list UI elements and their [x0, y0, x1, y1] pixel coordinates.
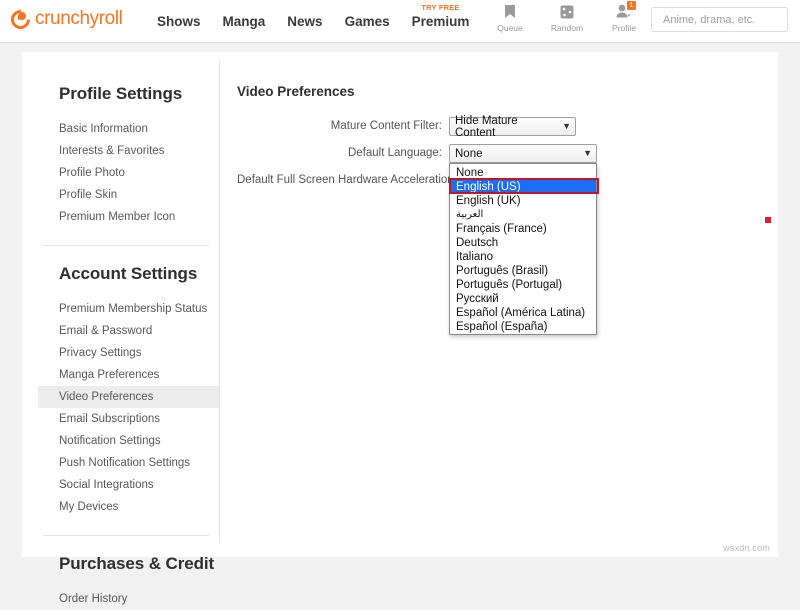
nav-link-manga[interactable]: Manga — [223, 14, 266, 29]
sidebar-item-order-history[interactable]: Order History — [38, 588, 219, 610]
default-language-value: None — [455, 148, 483, 160]
primary-nav: Shows Manga News Games TRY FREE Premium — [157, 0, 469, 43]
sidebar-item-email-password[interactable]: Email & Password — [38, 320, 219, 342]
nav-label-games: Games — [345, 14, 390, 29]
nav-link-premium[interactable]: TRY FREE Premium — [412, 14, 470, 29]
dropdown-option-english-us[interactable]: English (US) — [450, 179, 596, 193]
nav-link-shows[interactable]: Shows — [157, 14, 201, 29]
search-input[interactable] — [661, 13, 800, 27]
queue-label: Queue — [497, 23, 523, 33]
crunchyroll-mark-icon — [7, 6, 34, 33]
default-language-select-wrap: None ▼ None English (US) English (UK) ال… — [449, 144, 597, 163]
sidebar-group-title-profile-settings: Profile Settings — [59, 84, 219, 104]
sidebar-item-basic-information[interactable]: Basic Information — [38, 118, 219, 140]
header-actions: Queue Random 1 Prof — [492, 3, 642, 33]
mature-content-filter-label: Mature Content Filter: — [237, 117, 449, 132]
dropdown-option-portugues-portugal[interactable]: Português (Portugal) — [450, 277, 596, 291]
crunchyroll-logo[interactable]: crunchyroll — [11, 8, 122, 30]
red-cursor-marker — [765, 217, 771, 223]
nav-link-games[interactable]: Games — [345, 14, 390, 29]
default-language-dropdown-list[interactable]: None English (US) English (UK) العربية F… — [449, 163, 597, 335]
sidebar-item-profile-photo[interactable]: Profile Photo — [38, 162, 219, 184]
sidebar-item-video-preferences[interactable]: Video Preferences — [38, 386, 219, 408]
watermark: wsxdn.com — [723, 543, 770, 553]
chevron-down-icon: ▼ — [575, 149, 592, 158]
nav-label-shows: Shows — [157, 14, 201, 29]
dropdown-option-russian[interactable]: Русский — [450, 291, 596, 305]
profile-notification-badge: 1 — [627, 1, 636, 10]
settings-sidebar: Profile Settings Basic Information Inter… — [38, 52, 219, 610]
fullscreen-hardware-acceleration-label: Default Full Screen Hardware Acceleratio… — [237, 171, 449, 186]
sidebar-item-my-devices[interactable]: My Devices — [38, 496, 219, 518]
bookmark-icon — [504, 3, 516, 20]
sidebar-group-title-purchases-credit: Purchases & Credit — [59, 554, 219, 574]
default-language-select[interactable]: None ▼ — [449, 144, 597, 163]
dropdown-option-arabic[interactable]: العربية — [450, 207, 596, 221]
sidebar-item-privacy-settings[interactable]: Privacy Settings — [38, 342, 219, 364]
page-title: Video Preferences — [237, 84, 767, 99]
site-header: crunchyroll Shows Manga News Games TRY F… — [0, 0, 800, 43]
settings-page-card: Profile Settings Basic Information Inter… — [22, 52, 778, 557]
sidebar-item-premium-membership-status[interactable]: Premium Membership Status — [38, 298, 219, 320]
search-box[interactable] — [651, 7, 788, 32]
sidebar-item-notification-settings[interactable]: Notification Settings — [38, 430, 219, 452]
video-preferences-pane: Video Preferences Mature Content Filter:… — [237, 84, 767, 194]
random-label: Random — [551, 23, 583, 33]
sidebar-item-premium-member-icon[interactable]: Premium Member Icon — [38, 206, 219, 228]
sidebar-item-interests-favorites[interactable]: Interests & Favorites — [38, 140, 219, 162]
dropdown-option-italiano[interactable]: Italiano — [450, 249, 596, 263]
sidebar-divider-2 — [43, 535, 209, 536]
mature-content-filter-row: Mature Content Filter: Hide Mature Conte… — [237, 117, 767, 136]
sidebar-item-social-integrations[interactable]: Social Integrations — [38, 474, 219, 496]
sidebar-content-divider — [219, 60, 220, 543]
sidebar-item-profile-skin[interactable]: Profile Skin — [38, 184, 219, 206]
dropdown-option-francais-france[interactable]: Français (France) — [450, 221, 596, 235]
dropdown-option-deutsch[interactable]: Deutsch — [450, 235, 596, 249]
crunchyroll-logo-text: crunchyroll — [35, 8, 122, 30]
sidebar-item-email-subscriptions[interactable]: Email Subscriptions — [38, 408, 219, 430]
sidebar-group-title-account-settings: Account Settings — [59, 264, 219, 284]
profile-label: Profile — [612, 23, 636, 33]
dropdown-option-portugues-brasil[interactable]: Português (Brasil) — [450, 263, 596, 277]
chevron-down-icon: ▼ — [554, 122, 571, 131]
default-language-row: Default Language: None ▼ None English (U… — [237, 144, 767, 163]
dropdown-option-espanol-america-latina[interactable]: Español (América Latina) — [450, 305, 596, 319]
nav-label-manga: Manga — [223, 14, 266, 29]
dice-icon — [560, 3, 574, 20]
random-action[interactable]: Random — [549, 3, 585, 33]
mature-content-filter-value: Hide Mature Content — [455, 115, 554, 139]
dropdown-option-english-uk[interactable]: English (UK) — [450, 193, 596, 207]
sidebar-divider-1 — [43, 245, 209, 246]
sidebar-item-manga-preferences[interactable]: Manga Preferences — [38, 364, 219, 386]
try-free-badge: TRY FREE — [421, 3, 459, 12]
dropdown-option-espanol-espana[interactable]: Español (España) — [450, 319, 596, 333]
mature-content-filter-select[interactable]: Hide Mature Content ▼ — [449, 117, 576, 136]
dropdown-option-none[interactable]: None — [450, 165, 596, 179]
nav-link-news[interactable]: News — [287, 14, 322, 29]
profile-action[interactable]: 1 Profile — [606, 3, 642, 33]
queue-action[interactable]: Queue — [492, 3, 528, 33]
default-language-label: Default Language: — [237, 144, 449, 159]
nav-label-news: News — [287, 14, 322, 29]
nav-label-premium: Premium — [412, 14, 470, 29]
sidebar-item-push-notification-settings[interactable]: Push Notification Settings — [38, 452, 219, 474]
